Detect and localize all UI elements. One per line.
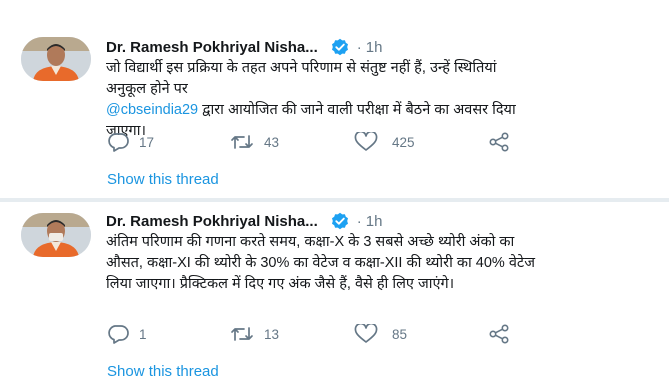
mention-link[interactable]: @cbseindia29 [106, 102, 198, 118]
share-button[interactable] [488, 324, 510, 344]
tweet[interactable]: Dr. Ramesh Pokhriyal Nisha... · 1h जो वि… [0, 0, 669, 200]
show-thread-link[interactable]: Show this thread [107, 171, 219, 188]
avatar[interactable] [21, 213, 91, 257]
tweet-text: जो विद्यार्थी इस प्रक्रिया के तहत अपने प… [106, 58, 536, 142]
verified-badge-icon [331, 212, 349, 230]
like-count: 85 [392, 326, 408, 342]
like-count: 425 [392, 134, 415, 150]
share-icon [488, 324, 510, 344]
tweet-header: Dr. Ramesh Pokhriyal Nisha... · 1h [106, 38, 382, 56]
reply-button[interactable]: 17 [107, 132, 154, 152]
retweet-button[interactable]: 43 [230, 132, 279, 152]
tweet[interactable]: Dr. Ramesh Pokhriyal Nisha... · 1h अंतिम… [0, 202, 669, 385]
heart-icon [354, 132, 378, 152]
show-thread-link[interactable]: Show this thread [107, 363, 219, 380]
avatar[interactable] [21, 37, 91, 81]
author-name[interactable]: Dr. Ramesh Pokhriyal Nisha... [106, 213, 318, 230]
share-icon [488, 132, 510, 152]
tweet-header: Dr. Ramesh Pokhriyal Nisha... · 1h [106, 212, 382, 230]
timestamp[interactable]: 1h [366, 39, 383, 56]
retweet-icon [230, 324, 254, 344]
reply-count: 17 [139, 134, 155, 150]
timestamp[interactable]: 1h [366, 213, 383, 230]
retweet-button[interactable]: 13 [230, 324, 279, 344]
retweet-count: 13 [264, 326, 280, 342]
tweet-actions: 1 13 85 [107, 324, 517, 346]
reply-count: 1 [139, 326, 147, 342]
tweet-text-part: जो विद्यार्थी इस प्रक्रिया के तहत अपने प… [106, 60, 497, 97]
reply-button[interactable]: 1 [107, 324, 147, 344]
like-button[interactable]: 85 [354, 324, 407, 344]
heart-icon [354, 324, 378, 344]
reply-icon [107, 324, 129, 344]
like-button[interactable]: 425 [354, 132, 415, 152]
share-button[interactable] [488, 132, 510, 152]
retweet-icon [230, 132, 254, 152]
tweet-actions: 17 43 425 [107, 132, 517, 154]
separator-dot: · [356, 212, 362, 230]
verified-badge-icon [331, 38, 349, 56]
reply-icon [107, 132, 129, 152]
tweet-text: अंतिम परिणाम की गणना करते समय, कक्षा-X क… [106, 234, 535, 292]
separator-dot: · [356, 38, 362, 56]
author-name[interactable]: Dr. Ramesh Pokhriyal Nisha... [106, 39, 318, 56]
retweet-count: 43 [264, 134, 280, 150]
